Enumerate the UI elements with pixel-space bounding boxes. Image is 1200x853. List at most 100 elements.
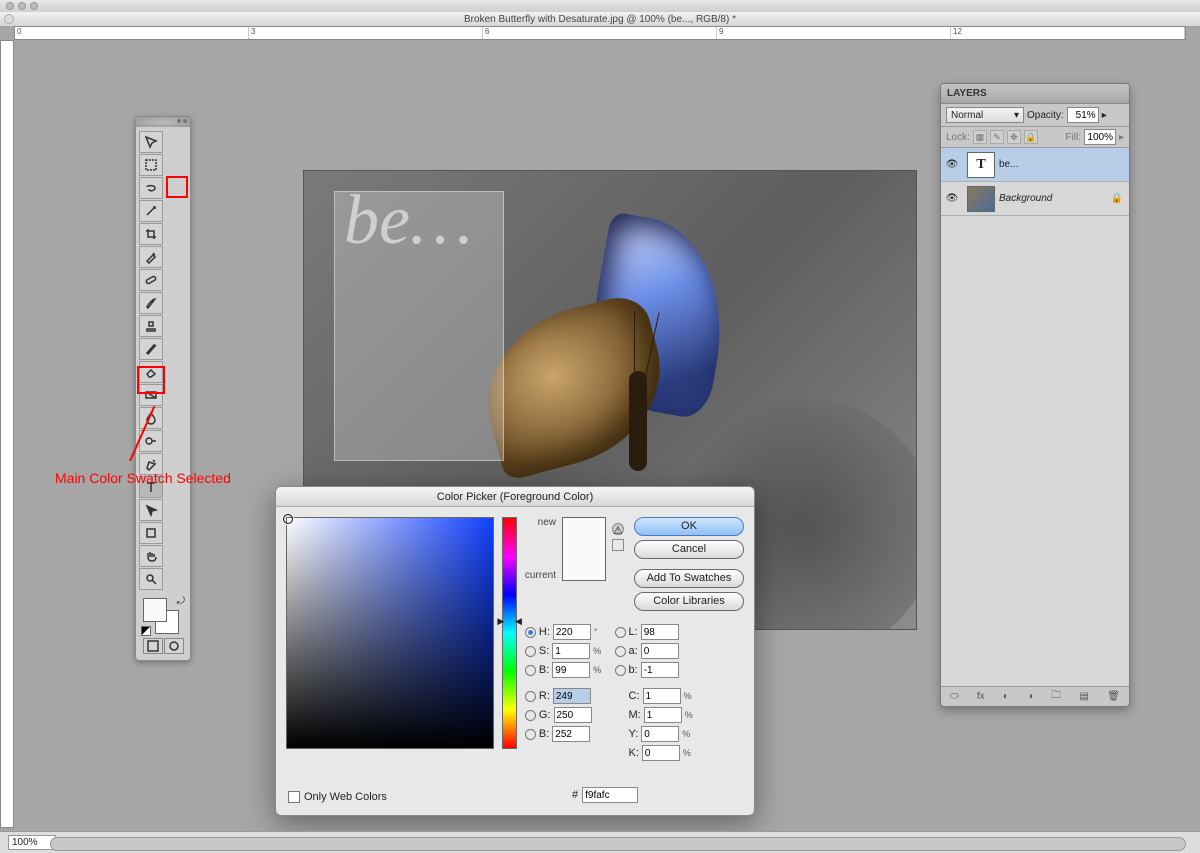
input-m[interactable]: [644, 707, 682, 723]
layer-name[interactable]: be...: [999, 159, 1018, 170]
history-brush-tool[interactable]: [139, 338, 163, 360]
radio-bc[interactable]: [525, 729, 536, 740]
quickmask-mode-button[interactable]: [164, 638, 184, 654]
color-picker-dialog[interactable]: Color Picker (Foreground Color) ▶◀ new c…: [275, 486, 755, 816]
radio-s[interactable]: [525, 646, 536, 657]
input-a[interactable]: [641, 643, 679, 659]
sv-marker[interactable]: [283, 514, 293, 524]
standard-mode-button[interactable]: [143, 638, 163, 654]
new-color-label: new: [525, 517, 556, 528]
lasso-tool[interactable]: [139, 177, 163, 199]
ok-button[interactable]: OK: [634, 517, 744, 536]
layer-mask-icon[interactable]: ◐: [1003, 691, 1009, 702]
fill-input[interactable]: [1084, 129, 1116, 145]
radio-r[interactable]: [525, 691, 536, 702]
blend-mode-select[interactable]: Normal▾: [946, 107, 1024, 123]
heal-tool[interactable]: [139, 269, 163, 291]
hex-input[interactable]: [582, 787, 638, 803]
input-bc[interactable]: [552, 726, 590, 742]
move-tool[interactable]: [139, 131, 163, 153]
stamp-tool[interactable]: [139, 315, 163, 337]
radio-h[interactable]: [525, 627, 536, 638]
foreground-color-swatch[interactable]: [143, 598, 167, 622]
marquee-tool[interactable]: [139, 154, 163, 176]
lock-position-icon[interactable]: ✥: [1007, 130, 1021, 144]
cancel-button[interactable]: Cancel: [634, 540, 744, 559]
eyedropper-icon: [144, 250, 158, 264]
traffic-light-zoom[interactable]: [30, 2, 38, 10]
ruler-vertical[interactable]: [0, 40, 14, 828]
hue-slider-thumb[interactable]: ▶◀: [497, 616, 522, 627]
traffic-light-close[interactable]: [6, 2, 14, 10]
input-c[interactable]: [643, 688, 681, 704]
radio-b2[interactable]: [615, 665, 626, 676]
zoom-tool[interactable]: [139, 568, 163, 590]
path-select-tool[interactable]: [139, 499, 163, 521]
lock-transparent-icon[interactable]: ▦: [973, 130, 987, 144]
layers-tab[interactable]: LAYERS: [941, 84, 1129, 104]
new-layer-icon[interactable]: ▤: [1080, 691, 1089, 702]
lock-all-icon[interactable]: 🔒: [1024, 130, 1038, 144]
input-b2[interactable]: [641, 662, 679, 678]
eyedropper-tool[interactable]: [139, 246, 163, 268]
input-g[interactable]: [554, 707, 592, 723]
opacity-input[interactable]: [1067, 107, 1099, 123]
visibility-toggle[interactable]: 👁: [941, 193, 963, 204]
brush-tool[interactable]: [139, 292, 163, 314]
layer-row[interactable]: 👁 Background 🔒: [941, 182, 1129, 216]
crop-tool[interactable]: [139, 223, 163, 245]
ruler-horizontal[interactable]: 0 3 6 9 12: [14, 26, 1186, 40]
input-bv[interactable]: [552, 662, 590, 678]
zoom-input[interactable]: 100%: [8, 835, 56, 850]
delete-layer-icon[interactable]: 🗑: [1107, 691, 1120, 702]
adjustment-layer-icon[interactable]: ◑: [1027, 691, 1033, 702]
tool-buttons: [139, 131, 187, 590]
input-r[interactable]: [553, 688, 591, 704]
default-colors-icon[interactable]: [141, 626, 151, 636]
layer-group-icon[interactable]: 🗀: [1051, 688, 1061, 705]
radio-l[interactable]: [615, 627, 626, 638]
history-brush-icon: [144, 342, 158, 356]
new-current-swatch[interactable]: [562, 517, 606, 581]
fill-flyout-icon[interactable]: ▸: [1119, 132, 1124, 143]
radio-b[interactable]: [525, 665, 536, 676]
hand-tool[interactable]: [139, 545, 163, 567]
palette-grip[interactable]: [136, 117, 190, 127]
layers-panel[interactable]: LAYERS Normal▾ Opacity: ▸ Lock: ▦ ✎ ✥ 🔒 …: [940, 83, 1130, 707]
document-close-icon[interactable]: [4, 14, 14, 24]
add-to-swatches-button[interactable]: Add To Swatches: [634, 569, 744, 588]
shape-icon: [144, 526, 158, 540]
gamut-warning-icon[interactable]: ⚠: [612, 523, 624, 535]
lock-pixels-icon[interactable]: ✎: [990, 130, 1004, 144]
layer-thumbnail[interactable]: T: [967, 152, 995, 178]
opacity-flyout-icon[interactable]: ▸: [1102, 110, 1107, 121]
swap-colors-icon[interactable]: ⤾: [177, 596, 185, 607]
layer-row[interactable]: 👁 T be...: [941, 148, 1129, 182]
link-layers-icon[interactable]: ⬭: [950, 691, 959, 702]
input-y[interactable]: [641, 726, 679, 742]
layer-thumbnail[interactable]: [967, 186, 995, 212]
traffic-light-minimize[interactable]: [18, 2, 26, 10]
layers-footer: ⬭ fx ◐ ◑ 🗀 ▤ 🗑: [941, 686, 1129, 706]
horizontal-scrollbar[interactable]: [50, 837, 1186, 851]
websafe-warning-icon[interactable]: [612, 539, 624, 551]
input-h[interactable]: [553, 624, 591, 640]
wand-tool[interactable]: [139, 200, 163, 222]
only-web-colors-checkbox[interactable]: [288, 791, 300, 803]
brush-icon: [144, 296, 158, 310]
saturation-value-field[interactable]: [286, 517, 494, 749]
color-libraries-button[interactable]: Color Libraries: [634, 592, 744, 611]
radio-a[interactable]: [615, 646, 626, 657]
layer-fx-icon[interactable]: fx: [977, 691, 985, 702]
dodge-icon: [144, 434, 158, 448]
layer-name[interactable]: Background: [999, 193, 1052, 204]
annotation-box-swatch: [137, 366, 165, 394]
chevron-down-icon: ▾: [1014, 110, 1019, 121]
input-l[interactable]: [641, 624, 679, 640]
radio-g[interactable]: [525, 710, 536, 721]
input-s[interactable]: [552, 643, 590, 659]
hue-slider[interactable]: ▶◀: [502, 517, 517, 749]
visibility-toggle[interactable]: 👁: [941, 159, 963, 170]
input-k[interactable]: [642, 745, 680, 761]
shape-tool[interactable]: [139, 522, 163, 544]
